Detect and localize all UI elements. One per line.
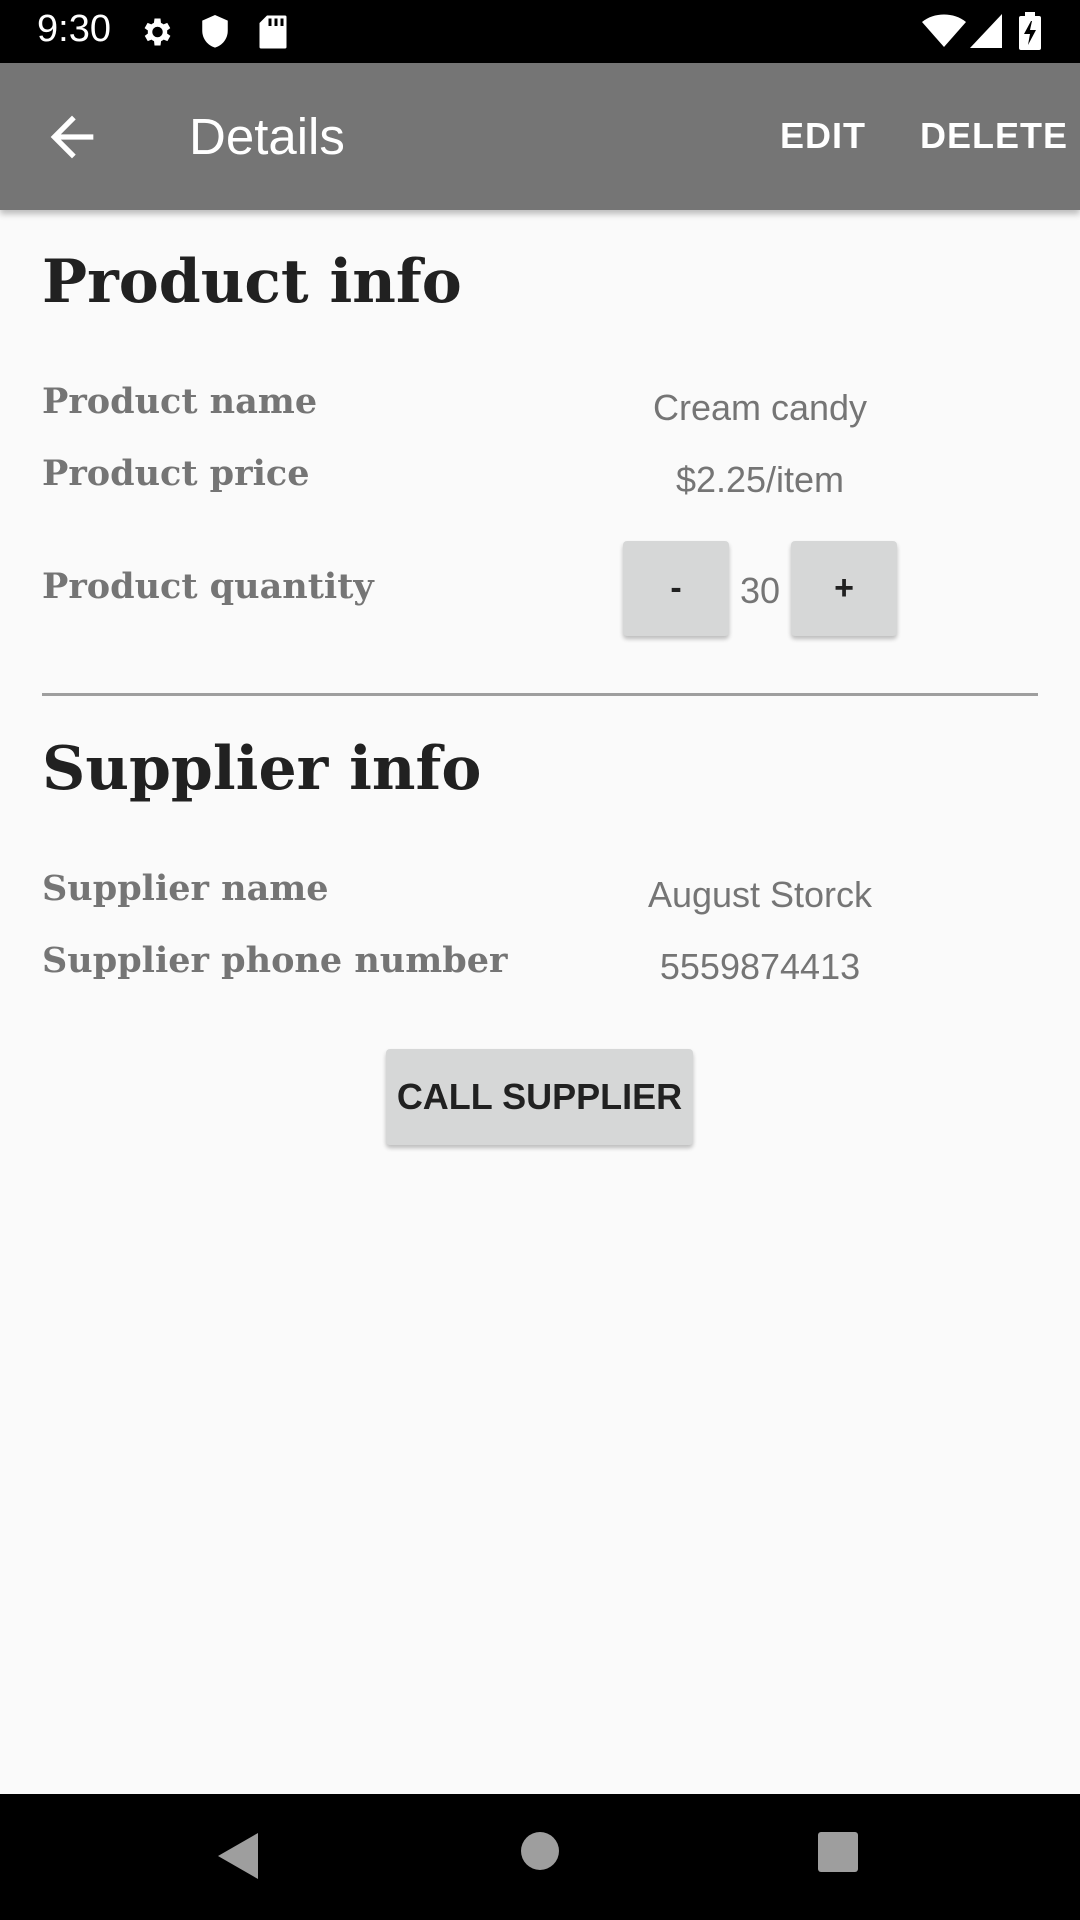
decrease-quantity-button[interactable]: -: [623, 541, 729, 636]
supplier-section-title: Supplier info: [42, 734, 482, 804]
back-arrow-icon[interactable]: [40, 105, 104, 169]
shield-icon: [202, 15, 228, 48]
supplier-name-value: August Storck: [647, 874, 873, 915]
call-supplier-button[interactable]: CALL SUPPLIER: [386, 1049, 693, 1145]
product-quantity-label: Product quantity: [42, 566, 374, 607]
app-bar: Details EDIT DELETE: [0, 63, 1080, 210]
section-divider: [42, 693, 1038, 696]
delete-button[interactable]: DELETE: [920, 115, 1068, 157]
home-circle-icon[interactable]: [520, 1831, 560, 1871]
product-section-title: Product info: [42, 247, 462, 317]
product-price-value: $2.25/item: [675, 459, 845, 500]
page-title: Details: [189, 108, 345, 165]
quantity-value: 30: [739, 570, 781, 611]
supplier-phone-value: 5559874413: [659, 946, 861, 987]
navigation-bar: [0, 1794, 1080, 1920]
edit-button[interactable]: EDIT: [780, 115, 866, 157]
supplier-name-label: Supplier name: [42, 868, 329, 909]
signal-icon: [970, 14, 1002, 48]
status-time: 9:30: [37, 8, 111, 50]
back-triangle-icon[interactable]: [216, 1831, 260, 1881]
supplier-phone-label: Supplier phone number: [42, 940, 508, 981]
wifi-icon: [922, 14, 966, 47]
settings-icon: [144, 18, 171, 46]
status-bar: 9:30: [0, 0, 1080, 63]
recents-square-icon[interactable]: [817, 1831, 859, 1873]
increase-quantity-button[interactable]: +: [791, 541, 897, 636]
product-name-label: Product name: [42, 381, 318, 422]
product-price-label: Product price: [42, 453, 310, 494]
battery-icon: [1019, 12, 1041, 50]
product-name-value: Cream candy: [652, 387, 868, 428]
sd-card-icon: [259, 15, 287, 49]
